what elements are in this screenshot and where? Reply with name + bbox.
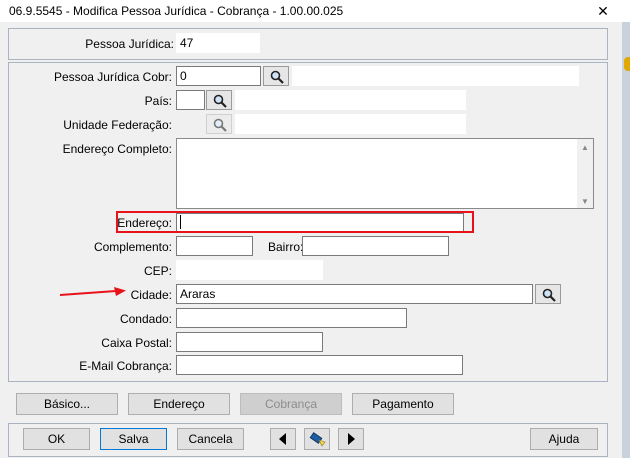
flashlight-icon	[309, 432, 326, 447]
tab-endereco-button[interactable]: Endereço	[128, 393, 230, 415]
cancela-button[interactable]: Cancela	[177, 428, 244, 450]
dialog-window: 06.9.5545 - Modifica Pessoa Jurídica - C…	[0, 0, 630, 458]
scroll-up-icon[interactable]: ▲	[581, 143, 589, 152]
endereco-completo-textarea[interactable]: ▲ ▼	[176, 138, 594, 209]
caixa-postal-input[interactable]	[176, 332, 323, 352]
salva-button[interactable]: Salva	[100, 428, 167, 450]
caixa-postal-label: Caixa Postal:	[101, 336, 172, 350]
cidade-lookup-button[interactable]	[535, 284, 561, 304]
pessoa-juridica-label: Pessoa Jurídica:	[85, 37, 174, 51]
magnifier-icon	[542, 288, 556, 302]
endereco-completo-scrollbar[interactable]: ▲ ▼	[577, 139, 593, 208]
magnifier-icon	[213, 118, 227, 132]
cidade-input[interactable]: Araras	[176, 284, 533, 304]
ajuda-button[interactable]: Ajuda	[530, 428, 598, 450]
close-icon[interactable]: ✕	[592, 0, 614, 22]
title-bar: 06.9.5545 - Modifica Pessoa Jurídica - C…	[0, 0, 630, 22]
tab-basico-button[interactable]: Básico...	[16, 393, 118, 415]
ok-button[interactable]: OK	[23, 428, 90, 450]
triangle-left-icon	[279, 433, 286, 445]
pais-label: País:	[144, 94, 172, 108]
uf-label: Unidade Federação:	[63, 118, 172, 132]
condado-label: Condado:	[119, 312, 172, 326]
bairro-input[interactable]	[302, 236, 449, 256]
endereco-highlight-box	[116, 211, 474, 233]
pais-input[interactable]	[176, 90, 205, 110]
tab-pagamento-button[interactable]: Pagamento	[352, 393, 454, 415]
email-cobranca-label: E-Mail Cobrança:	[79, 359, 172, 373]
email-cobranca-input[interactable]	[176, 355, 463, 375]
background-window-edge	[622, 22, 630, 458]
complemento-input[interactable]	[176, 236, 253, 256]
pais-lookup-button[interactable]	[206, 90, 232, 110]
pais-name-display	[235, 90, 466, 110]
next-record-button[interactable]	[338, 428, 364, 450]
pj-cobr-lookup-button[interactable]	[263, 66, 289, 86]
window-title: 06.9.5545 - Modifica Pessoa Jurídica - C…	[9, 4, 344, 18]
scroll-down-icon[interactable]: ▼	[581, 197, 589, 206]
pessoa-juridica-field: 47	[176, 33, 260, 53]
triangle-right-icon	[348, 433, 355, 445]
pj-cobr-name-display	[292, 66, 579, 86]
previous-record-button[interactable]	[270, 428, 296, 450]
complemento-label: Complemento:	[93, 240, 172, 254]
magnifier-icon	[270, 70, 284, 84]
uf-name-display	[235, 114, 466, 134]
uf-lookup-button	[206, 114, 232, 134]
endereco-completo-label: Endereço Completo:	[62, 142, 172, 156]
pj-cobr-label: Pessoa Jurídica Cobr:	[53, 70, 172, 84]
cidade-label: Cidade:	[130, 288, 172, 302]
red-arrow-icon	[60, 287, 126, 296]
bairro-label: Bairro:	[268, 240, 304, 254]
background-window-icon	[624, 57, 630, 71]
flashlight-button[interactable]	[304, 428, 330, 450]
magnifier-icon	[213, 94, 227, 108]
cep-label: CEP:	[143, 264, 172, 278]
tab-cobranca-button: Cobrança	[240, 393, 342, 415]
condado-input[interactable]	[176, 308, 407, 328]
pj-cobr-input[interactable]: 0	[176, 66, 261, 86]
cep-input[interactable]	[176, 260, 323, 280]
